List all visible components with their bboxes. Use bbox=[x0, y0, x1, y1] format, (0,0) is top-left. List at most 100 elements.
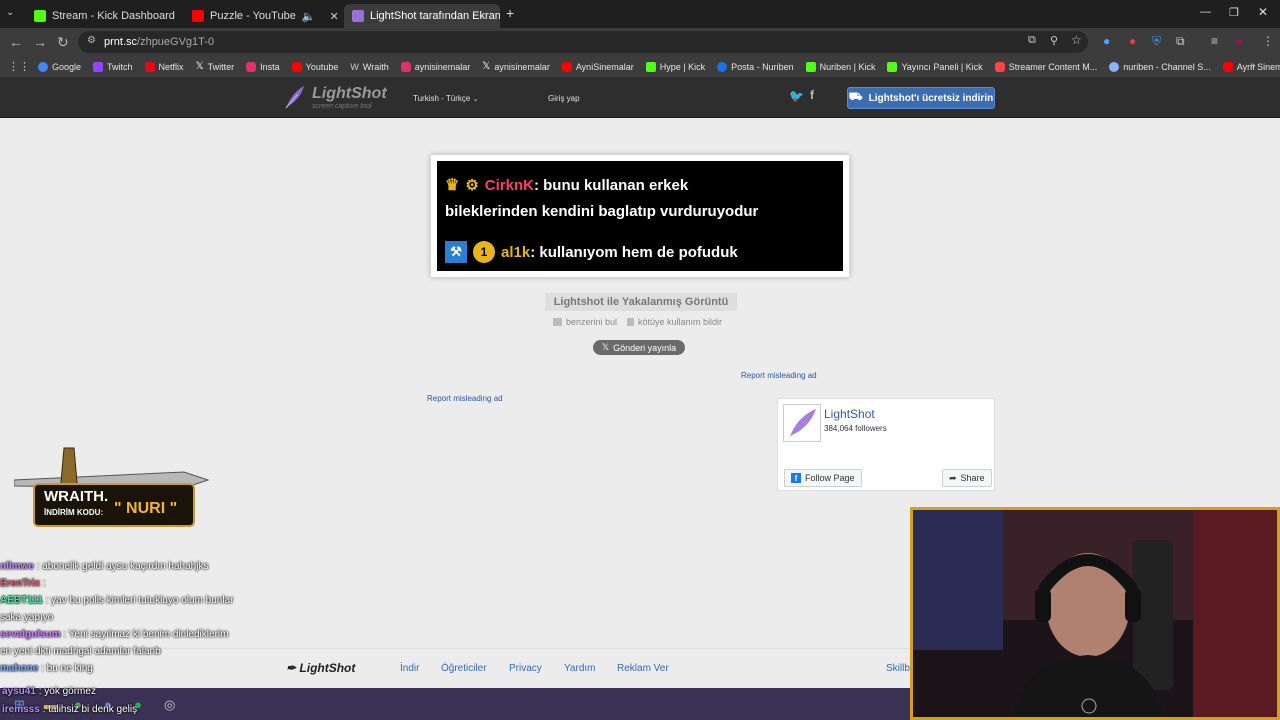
bookmark-item[interactable]: Youtube bbox=[291, 61, 339, 72]
shield-icon[interactable]: ⛨ bbox=[1152, 34, 1161, 49]
apps-grid-icon[interactable]: ⋮⋮ bbox=[8, 60, 30, 73]
x-icon: 𝕏 bbox=[482, 61, 491, 72]
promo-brand: WRAITH. bbox=[44, 488, 109, 505]
url-bar[interactable]: ⚙ prnt.sc/zhpueGVg1T-0 ⧉ ⚲ ☆ bbox=[78, 31, 1088, 53]
download-button[interactable]: ⛟ Lightshot'ı ücretsiz indirin bbox=[847, 87, 995, 109]
site-info-icon[interactable]: ⚙ bbox=[87, 35, 96, 46]
bookmark-item[interactable]: Twitch bbox=[93, 61, 133, 72]
bookmark-label: Nuriben | Kick bbox=[819, 61, 876, 72]
bookmark-label: Twitter bbox=[207, 61, 235, 72]
youtube-icon bbox=[561, 61, 572, 72]
x-icon: 𝕏 bbox=[195, 61, 204, 72]
follow-page-button[interactable]: f Follow Page bbox=[784, 469, 862, 487]
zoom-icon[interactable]: ⚲ bbox=[1050, 34, 1058, 47]
chat-username: aysu41 bbox=[2, 686, 36, 697]
site-header: LightShot screen capture tool Turkish - … bbox=[0, 78, 1280, 118]
captured-screenshot[interactable]: ♛ ⚙ CirknK: bunu kullanan erkek bilekler… bbox=[431, 155, 849, 277]
bookmark-item[interactable]: Yayıncı Paneli | Kick bbox=[887, 61, 983, 72]
report-ad-link[interactable]: Report misleading ad bbox=[427, 394, 503, 403]
bookmark-label: Youtube bbox=[305, 61, 339, 72]
reload-icon[interactable]: ↻ bbox=[57, 34, 69, 51]
report-ad-link[interactable]: Report misleading ad bbox=[741, 371, 817, 380]
chat-text: : talihsiz bi denk geliş bbox=[42, 704, 138, 715]
wraith-icon: W bbox=[350, 61, 359, 72]
hammer-icon: ⚒ bbox=[445, 241, 467, 263]
post-button[interactable]: 𝕏 Gönderi yayınla bbox=[593, 340, 685, 355]
share-button[interactable]: ➦ Share bbox=[942, 469, 992, 487]
x-icon: 𝕏 bbox=[601, 342, 610, 352]
audio-icon[interactable]: 🔈 bbox=[302, 10, 316, 23]
screenshot-user-1: CirknK bbox=[484, 176, 534, 194]
chat-message: en yeni dkti madrigal adamlar falanb bbox=[0, 643, 290, 660]
tab-kick-dashboard[interactable]: Stream - Kick Dashboard ✕ bbox=[26, 4, 182, 28]
kick-icon bbox=[805, 61, 816, 72]
chat-text: : yav bu polis kimleri tutukluyo olum bu… bbox=[45, 595, 234, 606]
url-domain: prnt.sc bbox=[104, 36, 138, 48]
footer-link-advertise[interactable]: Reklam Ver bbox=[617, 663, 669, 674]
forward-icon[interactable]: → bbox=[33, 34, 47, 50]
facebook-icon[interactable]: f bbox=[810, 88, 814, 102]
footer-logo[interactable]: ✒ LightShot bbox=[286, 661, 355, 675]
bookmark-item[interactable]: Google bbox=[38, 61, 81, 72]
bookmark-item[interactable]: Insta bbox=[246, 61, 280, 72]
camera-icon bbox=[553, 318, 562, 326]
chat-text: en yeni dkti madrigal adamlar falanb bbox=[0, 646, 161, 657]
bookmark-label: Streamer Content M... bbox=[1008, 61, 1098, 72]
bookmark-item[interactable]: Nuriben | Kick bbox=[805, 61, 876, 72]
back-icon[interactable]: ← bbox=[9, 34, 23, 50]
language-select[interactable]: Turkish - Türkçe ⌄ bbox=[413, 94, 478, 103]
twitch-icon bbox=[93, 61, 104, 72]
page-name[interactable]: LightShot bbox=[824, 407, 875, 421]
bookmark-item[interactable]: Streamer Content M... bbox=[994, 61, 1098, 72]
login-link[interactable]: Giriş yap bbox=[548, 94, 580, 103]
close-icon[interactable]: ✕ bbox=[181, 10, 182, 23]
minimize-icon[interactable]: — bbox=[1200, 6, 1211, 18]
tab-youtube[interactable]: Puzzle - YouTube 🔈 ✕ bbox=[184, 4, 340, 28]
screenshot-text-3: : kullanıyom hem de pofuduk bbox=[530, 243, 738, 261]
page-avatar[interactable] bbox=[783, 404, 821, 442]
screenshot-line-2: bileklerinden kendini baglatıp vurduruyo… bbox=[445, 203, 759, 220]
tab-search-icon[interactable]: ⌄ bbox=[6, 7, 14, 18]
bookmark-item[interactable]: Posta - Nuriben bbox=[717, 61, 794, 72]
twitter-icon[interactable]: 🐦 bbox=[789, 89, 804, 103]
tab-lightshot[interactable]: LightShot tarafından Ekran Gör ✕ bbox=[344, 4, 500, 28]
extensions-puzzle-icon[interactable]: ⧉ bbox=[1176, 34, 1185, 49]
bookmark-star-icon[interactable]: ☆ bbox=[1071, 33, 1082, 47]
bookmarks-bar: ⋮⋮ Google Twitch Netflix 𝕏 Twitter Insta … bbox=[0, 56, 1280, 78]
app-icon[interactable]: ◎ bbox=[164, 697, 175, 713]
google-icon bbox=[38, 61, 48, 72]
stream-chat-overlay: nllmwe : abonelik geldi aysu kaçırdın ha… bbox=[0, 558, 290, 677]
install-icon[interactable]: ⧉ bbox=[1028, 34, 1036, 47]
maximize-icon[interactable]: ❐ bbox=[1229, 6, 1239, 19]
extension-icon[interactable]: ● bbox=[1129, 34, 1136, 48]
badge-icon: ⚙ bbox=[465, 177, 479, 194]
extension-icon[interactable]: ● bbox=[1103, 34, 1110, 48]
bookmark-item[interactable]: Hype | Kick bbox=[645, 61, 705, 72]
menu-icon[interactable]: ⋮ bbox=[1262, 34, 1274, 48]
close-icon[interactable]: ✕ bbox=[330, 10, 339, 23]
reading-list-icon[interactable]: ≡ bbox=[1211, 34, 1218, 48]
find-similar-link[interactable]: benzerini bul bbox=[553, 317, 617, 327]
bookmark-item[interactable]: 𝕏aynisinemalar bbox=[482, 61, 550, 72]
logo-name: LightShot bbox=[312, 84, 387, 102]
report-abuse-link[interactable]: kötüye kullanım bildir bbox=[627, 317, 722, 327]
footer-link-skillbox[interactable]: Skillb bbox=[886, 663, 910, 674]
chat-username: ErenTrix bbox=[0, 578, 41, 589]
bookmark-item[interactable]: W Wraith bbox=[350, 62, 388, 72]
bookmark-item[interactable]: aynisinemalar bbox=[400, 61, 470, 72]
new-tab-button[interactable]: + bbox=[506, 5, 514, 21]
bookmark-item[interactable]: nuriben - Channel S... bbox=[1109, 61, 1211, 72]
footer-link-help[interactable]: Yardım bbox=[564, 663, 596, 674]
bookmark-item[interactable]: AyniSinemalar bbox=[561, 61, 634, 72]
bookmark-label: Aynı Sinemalar - Ça... bbox=[1236, 61, 1280, 72]
footer-link-download[interactable]: İndir bbox=[400, 663, 419, 674]
footer-link-tutorials[interactable]: Öğreticiler bbox=[441, 663, 487, 674]
bookmark-item[interactable]: Netflix bbox=[144, 61, 184, 72]
instagram-icon bbox=[246, 61, 257, 72]
lightshot-logo[interactable]: LightShot screen capture tool bbox=[284, 84, 387, 110]
footer-link-privacy[interactable]: Privacy bbox=[509, 663, 542, 674]
bookmark-item[interactable]: 𝕏 Twitter bbox=[196, 61, 235, 72]
more-bookmarks-icon[interactable]: » bbox=[1250, 60, 1256, 71]
profile-avatar[interactable]: ● bbox=[1236, 34, 1243, 48]
close-window-icon[interactable]: ✕ bbox=[1258, 5, 1268, 19]
